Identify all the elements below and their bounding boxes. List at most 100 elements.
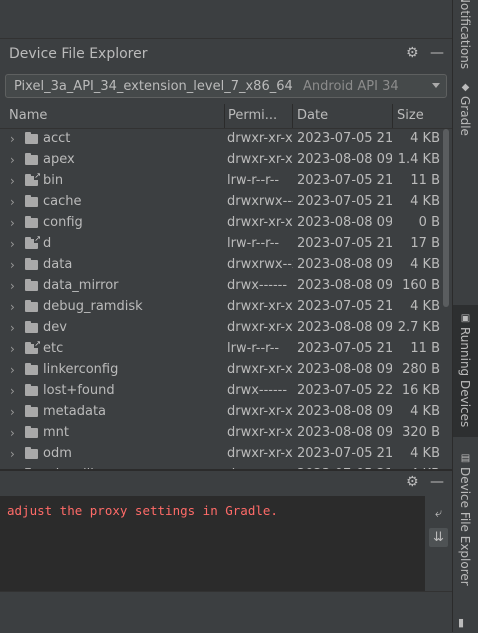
folder-icon <box>25 363 38 375</box>
chevron-right-icon[interactable]: › <box>10 363 15 377</box>
panel-header: Device File Explorer ⚙ — <box>0 40 452 68</box>
console-error-message: adjust the proxy settings in Gradle. <box>7 503 278 518</box>
folder-icon: ↗ <box>25 235 41 249</box>
file-size: 4 KB <box>410 446 440 461</box>
table-row[interactable]: › cache drwxrwx--- 2023-07-05 21: 4 KB <box>0 192 441 213</box>
minimize-icon[interactable]: — <box>430 45 444 61</box>
symlink-badge-icon: ↗ <box>34 234 41 243</box>
tab-gradle[interactable]: ◆Gradle <box>453 82 478 142</box>
table-row[interactable]: › dev drwxr-xr-x 2023-08-08 09: 2.7 KB <box>0 318 441 339</box>
column-divider[interactable] <box>392 104 393 128</box>
chevron-right-icon[interactable]: › <box>10 384 15 398</box>
column-permissions-header[interactable]: Permi... <box>228 108 277 123</box>
table-row[interactable]: › mnt drwxr-xr-x 2023-08-08 09: 320 B <box>0 423 441 444</box>
console-output[interactable]: adjust the proxy settings in Gradle. <box>0 496 425 591</box>
table-row[interactable]: › data drwxrwx--x 2023-08-08 09: 4 KB <box>0 255 441 276</box>
file-name: acct <box>43 131 71 146</box>
chevron-right-icon[interactable]: › <box>10 237 15 251</box>
table-row[interactable]: › metadata drwxr-xr-x 2023-08-08 09: 4 KB <box>0 402 441 423</box>
file-name: config <box>43 215 83 230</box>
soft-wrap-icon[interactable]: ⤶ <box>429 504 448 523</box>
chevron-right-icon[interactable]: › <box>10 405 15 419</box>
file-date: 2023-08-08 09: <box>297 215 392 230</box>
file-name: etc <box>43 341 64 356</box>
file-permissions: drwxr-xr-x <box>227 446 293 461</box>
right-tool-window-strip: Notifications ◆Gradle ▣Running Devices ▤… <box>452 0 478 632</box>
table-row[interactable]: › apex drwxr-xr-x 2023-08-08 09: 1.4 KB <box>0 150 441 171</box>
file-name: odm <box>43 446 72 461</box>
table-row[interactable]: › debug_ramdisk drwxr-xr-x 2023-07-05 21: 4 … <box>0 297 441 318</box>
minimize-icon[interactable]: — <box>430 474 444 490</box>
file-date: 2023-08-08 09: <box>297 152 392 167</box>
notification-bell-icon[interactable]: ▮ <box>458 616 464 629</box>
chevron-right-icon[interactable]: › <box>10 300 15 314</box>
chevron-right-icon[interactable]: › <box>10 258 15 272</box>
file-size: 17 B <box>410 236 440 251</box>
table-row[interactable]: › ↗ d lrw-r--r-- 2023-07-05 21: 17 B <box>0 234 441 255</box>
table-row[interactable]: › odm drwxr-xr-x 2023-07-05 21: 4 KB <box>0 444 441 465</box>
panel-title: Device File Explorer <box>9 46 148 62</box>
table-row[interactable]: › config drwxr-xr-x 2023-08-08 09: 0 B <box>0 213 441 234</box>
tab-running-devices[interactable]: ▣Running Devices <box>453 305 478 437</box>
tree-scrollbar[interactable] <box>442 129 450 469</box>
scrollbar-thumb[interactable] <box>443 129 449 307</box>
file-date: 2023-07-05 21: <box>297 236 392 251</box>
folder-icon <box>25 216 38 228</box>
column-size-header[interactable]: Size <box>397 108 424 123</box>
file-size: 0 B <box>418 215 440 230</box>
scroll-to-end-icon[interactable]: ⇊ <box>429 528 448 547</box>
file-size: 16 KB <box>401 383 440 398</box>
file-date: 2023-08-08 09: <box>297 278 392 293</box>
chevron-right-icon[interactable]: › <box>10 174 15 188</box>
folder-icon <box>25 300 38 312</box>
file-date: 2023-08-08 09: <box>297 257 392 272</box>
file-permissions: drwxr-xr-x <box>227 215 293 230</box>
file-date: 2023-08-08 09: <box>297 320 392 335</box>
table-row[interactable]: › ↗ bin lrw-r--r-- 2023-07-05 21: 11 B <box>0 171 441 192</box>
tab-notifications[interactable]: Notifications <box>453 0 478 69</box>
chevron-right-icon[interactable]: › <box>10 447 15 461</box>
column-divider[interactable] <box>292 104 293 128</box>
settings-gear-icon[interactable]: ⚙ <box>406 45 419 61</box>
chevron-right-icon[interactable]: › <box>10 279 15 293</box>
table-row[interactable]: › acct drwxr-xr-x 2023-07-05 21: 4 KB <box>0 129 441 150</box>
chevron-right-icon[interactable]: › <box>10 321 15 335</box>
file-name: lost+found <box>43 383 115 398</box>
table-row[interactable]: › linkerconfig drwxr-xr-x 2023-08-08 09: 280… <box>0 360 441 381</box>
chevron-right-icon[interactable]: › <box>10 216 15 230</box>
chevron-right-icon[interactable]: › <box>10 153 15 167</box>
chevron-right-icon[interactable]: › <box>10 195 15 209</box>
folder-icon <box>25 321 38 333</box>
file-permissions: lrw-r--r-- <box>227 173 280 188</box>
chevron-right-icon[interactable]: › <box>10 426 15 440</box>
device-selector-dropdown[interactable]: Pixel_3a_API_34_extension_level_7_x86_64… <box>5 74 447 98</box>
table-row[interactable]: › data_mirror drwx------ 2023-08-08 09: 160 … <box>0 276 441 297</box>
table-row[interactable]: › ↗ etc lrw-r--r-- 2023-07-05 21: 11 B <box>0 339 441 360</box>
file-name: mnt <box>43 425 69 440</box>
settings-gear-icon[interactable]: ⚙ <box>406 474 419 490</box>
chevron-right-icon[interactable]: › <box>10 132 15 146</box>
file-name: debug_ramdisk <box>43 299 143 314</box>
file-date: 2023-07-05 22: <box>297 383 392 398</box>
tab-device-file-explorer[interactable]: ▤Device File Explorer <box>453 445 478 586</box>
folder-icon: ↗ <box>25 340 41 354</box>
bottom-panel-header: ⚙ — <box>0 471 452 495</box>
chevron-right-icon[interactable]: › <box>10 342 15 356</box>
column-date-header[interactable]: Date <box>297 108 328 123</box>
top-toolbar-area <box>0 0 452 38</box>
status-bar <box>0 591 452 633</box>
column-divider[interactable] <box>224 104 225 128</box>
folder-icon <box>25 132 38 144</box>
file-name: linkerconfig <box>43 362 119 377</box>
file-tree: › acct drwxr-xr-x 2023-07-05 21: 4 KB › apex dr… <box>0 129 441 469</box>
file-size: 1.4 KB <box>397 152 440 167</box>
table-row[interactable]: › lost+found drwx------ 2023-07-05 22: 16 KB <box>0 381 441 402</box>
tab-notifications-label: Notifications <box>458 0 472 70</box>
file-permissions: lrw-r--r-- <box>227 236 280 251</box>
tab-device-file-explorer-label: ▤Device File Explorer <box>458 453 472 586</box>
file-name: d <box>43 236 52 251</box>
column-name-header[interactable]: Name <box>9 108 47 123</box>
device-name: Pixel_3a_API_34_extension_level_7_x86_64 <box>14 79 293 94</box>
folder-icon <box>25 258 38 270</box>
file-name: data <box>43 257 73 272</box>
